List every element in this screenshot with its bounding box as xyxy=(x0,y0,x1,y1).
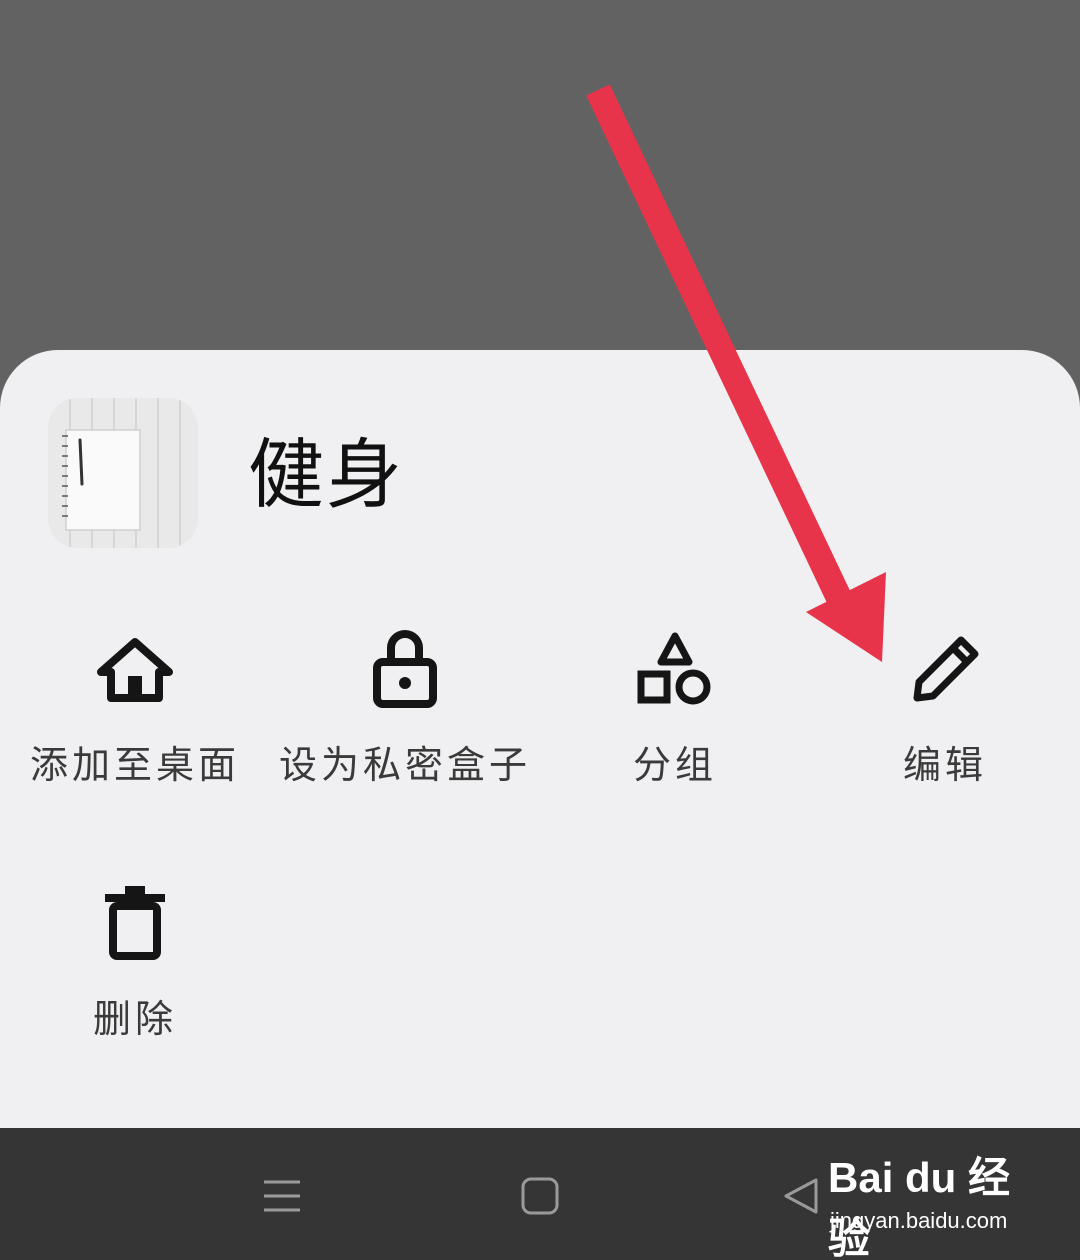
add-to-desktop-label: 添加至桌面 xyxy=(29,743,240,787)
pencil-icon xyxy=(903,626,987,710)
group-button[interactable]: 分组 xyxy=(540,626,810,789)
set-private-box-button[interactable]: 设为私密盒子 xyxy=(270,626,540,789)
baidu-jingyan-watermark: Bai du 经验 jingyan.baidu.com xyxy=(828,1144,1028,1260)
shapes-icon xyxy=(633,626,717,710)
add-to-desktop-button[interactable]: 添加至桌面 xyxy=(0,626,270,789)
delete-label: 删除 xyxy=(92,997,177,1041)
screen: 健身 添加至桌面 设为私密盒子 分组 编辑 删除 Bai du 经验 jingy… xyxy=(0,0,1080,1260)
lock-icon xyxy=(363,626,447,710)
notebook-thumbnail xyxy=(48,398,198,548)
menu-icon[interactable] xyxy=(258,1172,306,1220)
watermark-logo: Bai du 经验 xyxy=(828,1154,1011,1260)
trash-icon xyxy=(93,880,177,964)
bottom-sheet: 健身 添加至桌面 设为私密盒子 分组 编辑 删除 xyxy=(0,350,1080,1128)
sheet-title: 健身 xyxy=(248,430,404,519)
group-label: 分组 xyxy=(632,743,717,787)
edit-label: 编辑 xyxy=(902,743,987,787)
home-square-icon[interactable] xyxy=(516,1172,564,1220)
watermark-url: jingyan.baidu.com xyxy=(830,1208,1008,1233)
set-private-box-label: 设为私密盒子 xyxy=(278,743,531,787)
back-triangle-icon[interactable] xyxy=(776,1172,824,1220)
delete-button[interactable]: 删除 xyxy=(0,880,270,1043)
home-icon xyxy=(93,626,177,710)
sheet-header: 健身 xyxy=(48,398,404,548)
edit-button[interactable]: 编辑 xyxy=(810,626,1080,789)
